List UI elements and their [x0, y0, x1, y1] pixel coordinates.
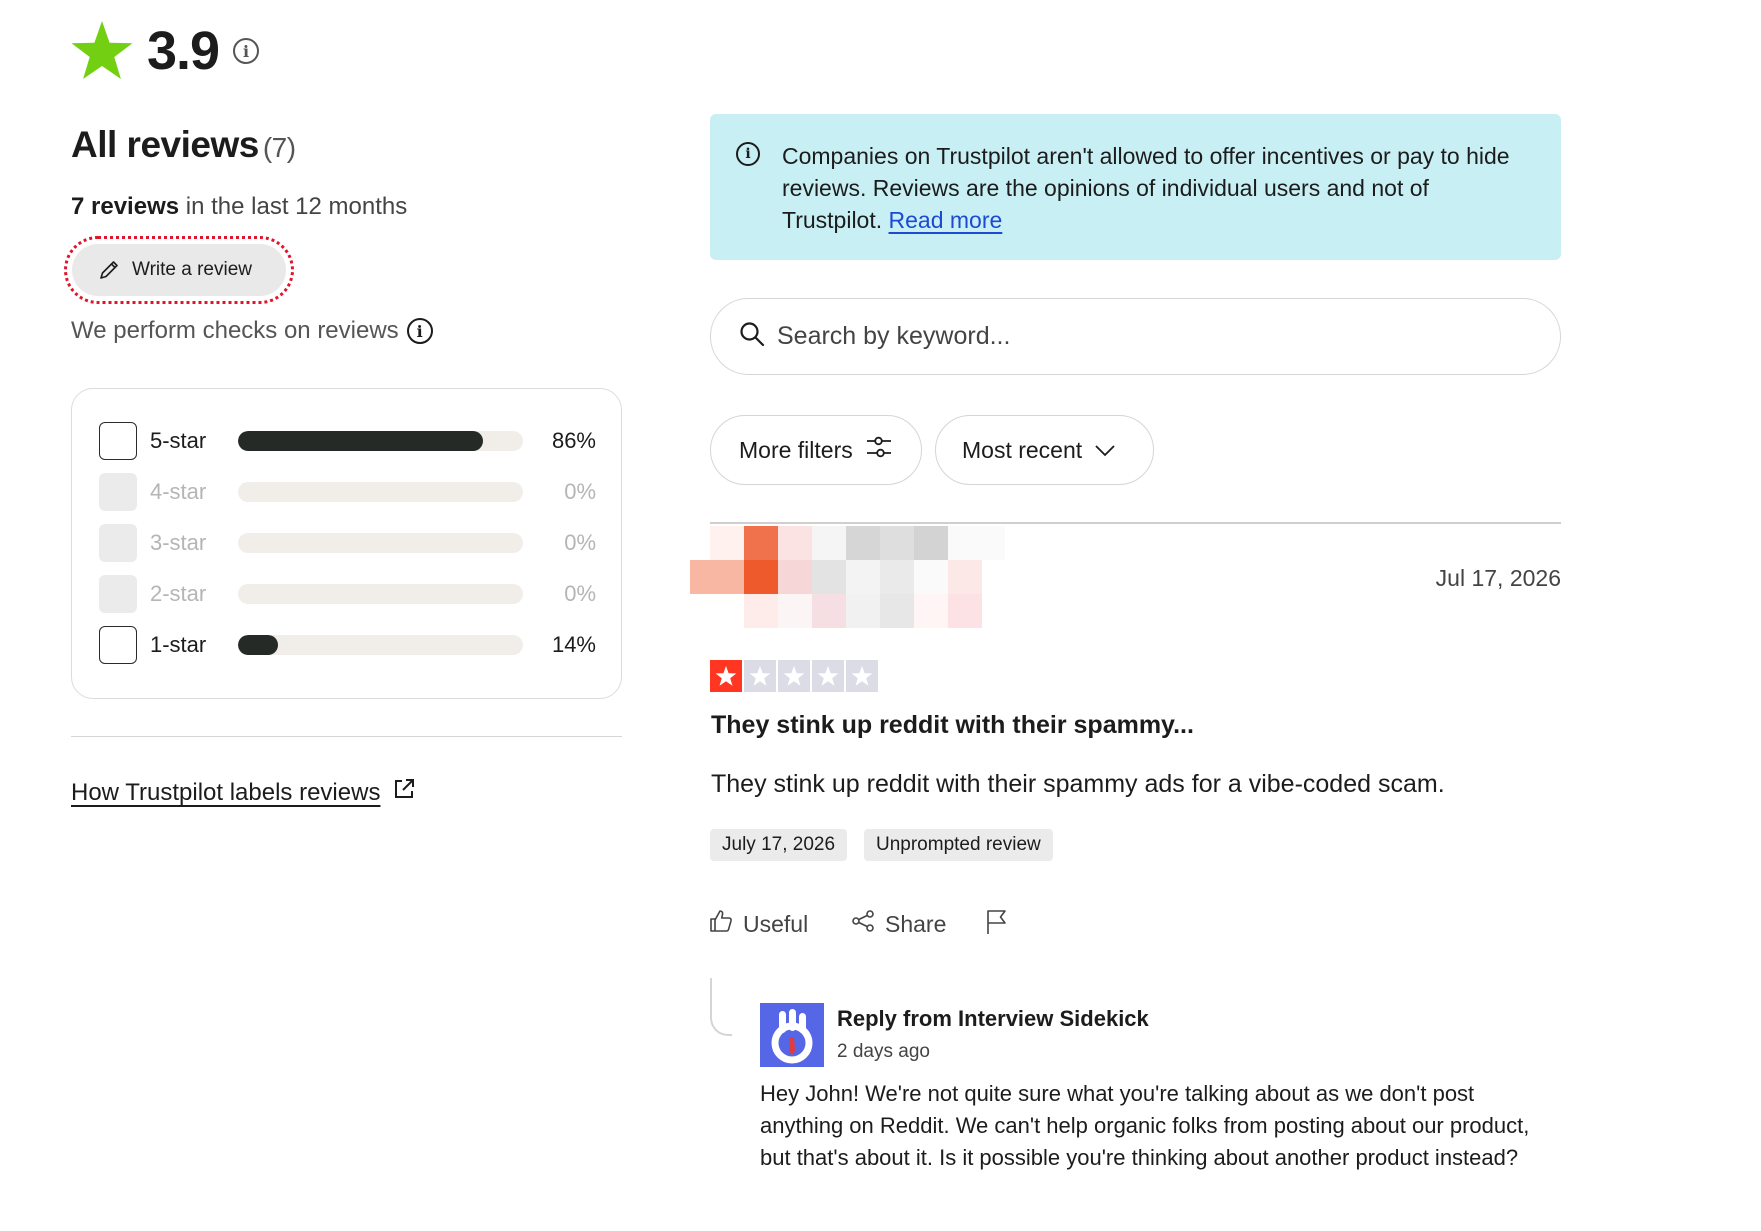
distribution-percent: 0%	[564, 581, 596, 606]
more-filters-label: More filters	[739, 436, 853, 463]
review-title[interactable]: They stink up reddit with their spammy..…	[711, 711, 1194, 740]
write-review-label: Write a review	[132, 259, 253, 280]
review-date: Jul 17, 2026	[1435, 565, 1561, 591]
distribution-percent: 0%	[564, 530, 596, 555]
pixelated-reviewer-avatar	[690, 526, 1005, 652]
useful-button[interactable]: Useful	[709, 909, 808, 939]
pencil-icon	[98, 259, 120, 281]
star-icon	[778, 660, 810, 692]
review-count: (7)	[262, 132, 296, 163]
checks-label: We perform checks on reviews	[71, 317, 399, 344]
distribution-bar	[238, 635, 523, 655]
distribution-percent: 14%	[551, 632, 596, 657]
star-icon	[710, 660, 742, 692]
read-more-link[interactable]: Read more	[889, 207, 1003, 233]
sort-label: Most recent	[962, 436, 1083, 463]
checkbox[interactable]	[99, 626, 137, 664]
distribution-bar	[238, 533, 523, 553]
star-label: 2-star	[150, 581, 207, 606]
rating-value: 3.9	[147, 21, 220, 81]
search-box[interactable]	[710, 298, 1561, 375]
reply-connector	[710, 978, 732, 1036]
distribution-bar	[238, 584, 523, 604]
checkbox	[99, 473, 137, 511]
distribution-row-2: 2-star 0%	[99, 575, 596, 613]
all-reviews-title: All reviews	[71, 124, 259, 165]
review-body: They stink up reddit with their spammy a…	[711, 770, 1445, 798]
reply-text: Hey John! We're not quite sure what you'…	[760, 1081, 1530, 1170]
distribution-row-1[interactable]: 1-star 14%	[99, 626, 596, 664]
sort-dropdown[interactable]: Most recent	[935, 415, 1154, 485]
trust-notice: i Companies on Trustpilot aren't allowed…	[710, 114, 1561, 260]
star-icon	[744, 660, 776, 692]
info-icon: i	[736, 142, 760, 166]
checkbox	[99, 524, 137, 562]
company-logo	[760, 1003, 824, 1067]
review-type-tag[interactable]: Unprompted review	[864, 829, 1053, 861]
search-icon	[739, 321, 765, 352]
distribution-percent: 86%	[551, 428, 596, 453]
rating-header: 3.9 i	[71, 18, 260, 84]
share-icon	[851, 909, 875, 939]
thumbs-up-icon	[709, 909, 733, 939]
divider	[710, 522, 1561, 524]
share-label: Share	[885, 910, 947, 937]
star-icon	[812, 660, 844, 692]
star-icon	[846, 660, 878, 692]
more-filters-button[interactable]: More filters	[710, 415, 922, 485]
useful-label: Useful	[743, 910, 809, 937]
checkbox	[99, 575, 137, 613]
all-reviews-heading: All reviews (7)	[71, 124, 296, 166]
info-icon[interactable]: i	[406, 318, 433, 344]
flag-button[interactable]	[985, 909, 1009, 941]
share-button[interactable]: Share	[851, 909, 946, 939]
review-stars	[710, 660, 878, 692]
write-review-button[interactable]: Write a review	[72, 244, 286, 296]
experience-date-tag: July 17, 2026	[710, 829, 848, 861]
distribution-row-4: 4-star 0%	[99, 473, 596, 511]
distribution-bar	[238, 431, 523, 451]
distribution-percent: 0%	[564, 479, 596, 504]
distribution-row-5[interactable]: 5-star 86%	[99, 422, 596, 460]
search-input[interactable]	[777, 322, 1537, 351]
star-label: 3-star	[150, 530, 207, 555]
reply-author: Reply from Interview Sidekick	[837, 1006, 1149, 1031]
reply-time: 2 days ago	[837, 1041, 930, 1062]
external-link-icon	[392, 777, 416, 808]
star-label: 5-star	[150, 428, 207, 453]
star-label: 1-star	[150, 632, 207, 657]
labels-info-link[interactable]: How Trustpilot labels reviews	[71, 777, 416, 808]
recent-reviews-count: 7 reviews	[71, 193, 180, 220]
checkbox[interactable]	[99, 422, 137, 460]
sliders-icon	[865, 434, 893, 466]
green-star-icon	[71, 21, 133, 81]
star-label: 4-star	[150, 479, 207, 504]
recent-reviews-line: 7 reviews in the last 12 months	[71, 193, 407, 221]
rating-distribution: 5-star 86% 4-star 0% 3-star 0% 2-star 0%…	[71, 388, 622, 699]
divider	[71, 736, 622, 737]
checks-line[interactable]: We perform checks on reviews i	[71, 317, 433, 345]
chevron-down-icon	[1094, 437, 1116, 464]
recent-reviews-period: in the last 12 months	[179, 193, 408, 220]
distribution-bar	[238, 482, 523, 502]
info-icon[interactable]: i	[233, 38, 260, 64]
labels-link-text: How Trustpilot labels reviews	[71, 778, 381, 806]
distribution-row-3: 3-star 0%	[99, 524, 596, 562]
flag-icon	[985, 909, 1009, 941]
